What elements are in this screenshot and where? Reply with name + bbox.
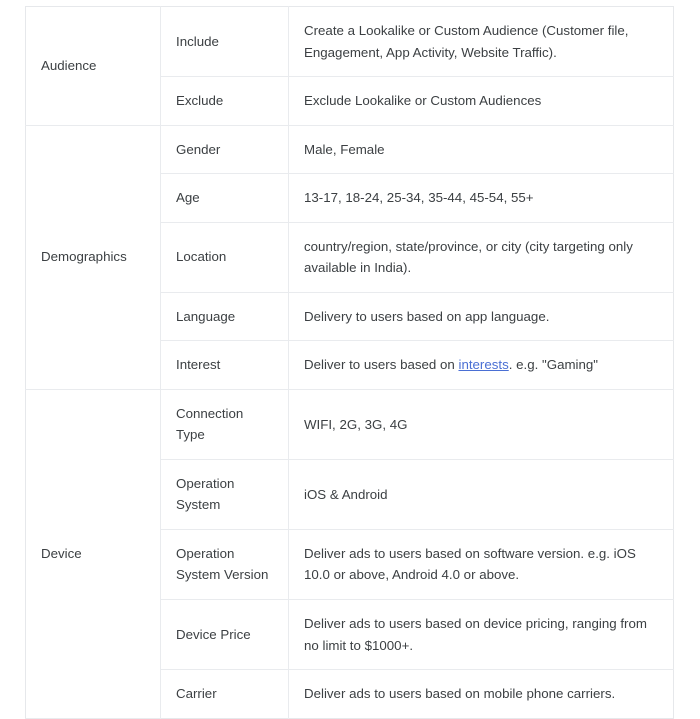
field-cell-operation-system-version: Operation System Version (160, 529, 289, 600)
desc-cell-age: 13-17, 18-24, 25-34, 35-44, 45-54, 55+ (288, 173, 674, 223)
field-cell-include: Include (160, 6, 289, 78)
table-body: Audience Include Create a Lookalike or C… (25, 6, 674, 719)
desc-cell-exclude: Exclude Lookalike or Custom Audiences (288, 76, 674, 126)
field-cell-device-price: Device Price (160, 599, 289, 671)
field-cell-exclude: Exclude (160, 76, 289, 126)
page-root: Audience Include Create a Lookalike or C… (0, 0, 700, 719)
table-row: Device Connection Type WIFI, 2G, 3G, 4G (25, 389, 674, 719)
field-cell-connection-type: Connection Type (160, 389, 289, 460)
desc-cell-gender: Male, Female (288, 125, 674, 175)
field-cell-gender: Gender (160, 125, 289, 175)
desc-cell-interest: Deliver to users based on interests. e.g… (288, 340, 674, 390)
table-row: Audience Include Create a Lookalike or C… (25, 6, 674, 126)
interests-link[interactable]: interests (458, 357, 508, 372)
field-cell-location: Location (160, 222, 289, 293)
targeting-options-table-wrapper: Audience Include Create a Lookalike or C… (25, 6, 674, 719)
field-cell-operation-system: Operation System (160, 459, 289, 530)
desc-cell-include: Create a Lookalike or Custom Audience (C… (288, 6, 674, 78)
desc-cell-location: country/region, state/province, or city … (288, 222, 674, 293)
desc-cell-carrier: Deliver ads to users based on mobile pho… (288, 669, 674, 719)
group-cell-audience: Audience (25, 6, 161, 126)
desc-cell-operation-system-version: Deliver ads to users based on software v… (288, 529, 674, 600)
desc-cell-connection-type: WIFI, 2G, 3G, 4G (288, 389, 674, 460)
desc-text-before-link: Deliver to users based on (304, 357, 459, 373)
targeting-options-table: Audience Include Create a Lookalike or C… (25, 6, 674, 719)
table-row: Demographics Gender Male, Female (25, 125, 674, 390)
desc-cell-device-price: Deliver ads to users based on device pri… (288, 599, 674, 671)
field-cell-language: Language (160, 292, 289, 342)
group-cell-demographics: Demographics (25, 125, 161, 390)
desc-cell-operation-system: iOS & Android (288, 459, 674, 530)
desc-text-after-link: . e.g. "Gaming" (508, 357, 599, 373)
desc-cell-language: Delivery to users based on app language. (288, 292, 674, 342)
field-cell-carrier: Carrier (160, 669, 289, 719)
field-cell-interest: Interest (160, 340, 289, 390)
field-cell-age: Age (160, 173, 289, 223)
